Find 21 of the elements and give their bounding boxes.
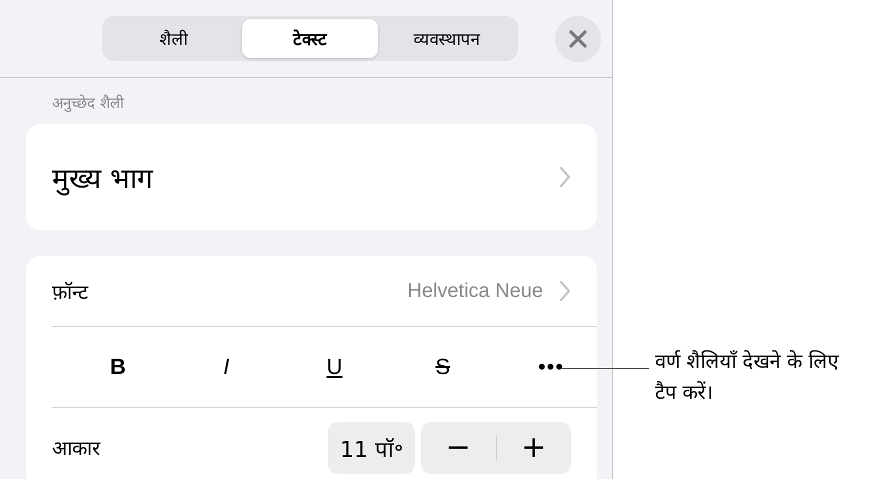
size-value[interactable]: 11 पॉ॰ (328, 422, 415, 474)
tab[interactable]: टेक्स्ट (242, 19, 378, 58)
format-button[interactable]: B (98, 354, 138, 380)
font-label: फ़ॉन्ट (52, 278, 88, 304)
chevron-icon (559, 280, 571, 302)
size-label: आकार (52, 435, 100, 461)
paragraph-style-row[interactable]: मुख्य भाग (26, 124, 597, 230)
callout-text: वर्ण शैलियाँ देखने के लिए टैप करें। (655, 348, 840, 406)
section-heading: अनुच्छेद शैली (52, 93, 126, 112)
format-button[interactable]: I (206, 354, 246, 380)
more-button[interactable]: ••• (531, 354, 571, 380)
decrease-button[interactable]: − (421, 422, 496, 474)
paragraph-style-value: मुख्य भाग (52, 161, 153, 196)
tab[interactable]: व्यवस्थापन (378, 19, 516, 58)
close-icon (568, 28, 588, 48)
tab[interactable]: शैली (105, 19, 242, 58)
increase-button[interactable]: + (496, 422, 571, 474)
close-button[interactable] (555, 16, 601, 62)
format-button[interactable]: S (422, 354, 463, 380)
chevron-icon (559, 166, 571, 188)
format-button[interactable]: U (314, 354, 354, 380)
